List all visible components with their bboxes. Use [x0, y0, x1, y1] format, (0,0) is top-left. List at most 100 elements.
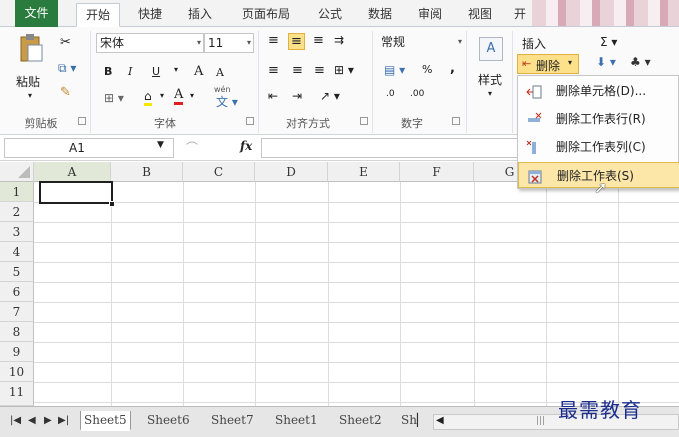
phonetic-icon[interactable]: 文 ▾ — [216, 93, 238, 110]
row-header[interactable]: 6 — [0, 282, 34, 302]
clipboard-launcher-icon[interactable] — [78, 117, 86, 125]
format-painter-icon[interactable]: ✎ — [60, 85, 71, 100]
paste-button[interactable]: 粘贴 — [16, 73, 40, 90]
active-cell-a1[interactable] — [39, 181, 113, 204]
tab-formulas[interactable]: 公式 — [310, 3, 350, 27]
sort-icon[interactable]: Σ ▾ — [600, 35, 617, 49]
font-name-combo[interactable]: 宋体 ▾ — [96, 33, 204, 53]
row-header[interactable]: 7 — [0, 302, 34, 322]
chevron-down-icon: ▼ — [157, 140, 164, 150]
tab-review[interactable]: 审阅 — [410, 3, 450, 27]
wrap-text-icon[interactable]: ⇉ — [334, 33, 344, 47]
border-icon[interactable]: ⊞ ▾ — [104, 91, 124, 105]
row-header[interactable]: 10 — [0, 362, 34, 382]
chevron-down-icon[interactable]: ▾ — [190, 91, 194, 100]
paste-dropdown-icon[interactable]: ▾ — [28, 91, 32, 100]
row-header[interactable]: 9 — [0, 342, 34, 362]
find-icon[interactable]: ♣ ▾ — [630, 55, 651, 69]
sheet-tab-sheet6[interactable]: Sheet6 — [144, 411, 193, 431]
percent-button[interactable]: % — [422, 63, 432, 76]
select-all-corner[interactable] — [0, 162, 34, 182]
increase-indent-icon[interactable]: ⇥ — [292, 89, 302, 103]
row-header[interactable]: 5 — [0, 262, 34, 282]
styles-icon[interactable]: A — [479, 37, 503, 61]
italic-button[interactable]: I — [128, 65, 132, 78]
font-color-button[interactable]: A — [174, 87, 184, 105]
tab-data[interactable]: 数据 — [360, 3, 400, 27]
fill-icon[interactable]: ⬇ ▾ — [596, 55, 616, 69]
column-header[interactable]: F — [400, 162, 474, 182]
align-left-icon[interactable]: ≡ — [268, 63, 279, 78]
chevron-down-icon[interactable]: ▾ — [174, 65, 178, 74]
row-header[interactable]: 4 — [0, 242, 34, 262]
row-header[interactable]: 2 — [0, 202, 34, 222]
align-top-icon[interactable]: ≡ — [268, 33, 279, 48]
currency-icon[interactable]: ▤ ▾ — [384, 63, 405, 77]
chevron-down-icon[interactable]: ▾ — [160, 91, 164, 100]
styles-button[interactable]: 样式 — [478, 71, 502, 88]
sheet-tab-sheet5[interactable]: Sheet5 — [80, 411, 131, 431]
number-launcher-icon[interactable] — [452, 117, 460, 125]
delete-button[interactable]: ⇤ 删除 ▾ — [517, 54, 579, 74]
sheet-tab-sheet2[interactable]: Sheet2 — [336, 411, 385, 431]
horizontal-scrollbar[interactable]: ◀ ||| — [433, 414, 679, 430]
last-sheet-icon[interactable]: ▶| — [58, 415, 69, 426]
bold-button[interactable]: B — [104, 65, 112, 78]
orientation-icon[interactable]: ↗ ▾ — [320, 89, 340, 103]
row-header[interactable]: 3 — [0, 222, 34, 242]
row-header[interactable]: 1 — [0, 182, 34, 202]
group-divider — [372, 31, 373, 133]
menu-item-delete-cells[interactable]: 删除单元格(D)... — [518, 78, 679, 104]
insert-button[interactable]: 插入 — [522, 35, 546, 52]
font-size-combo[interactable]: 11 ▾ — [204, 33, 254, 53]
shrink-font-button[interactable]: A — [216, 66, 224, 79]
scroll-thumb-icon[interactable]: ||| — [536, 416, 545, 426]
tab-shortcut[interactable]: 快捷 — [130, 3, 170, 27]
increase-decimal-button[interactable]: .0 — [386, 89, 395, 99]
row-header[interactable]: 11 — [0, 382, 34, 406]
column-header[interactable]: E — [328, 162, 400, 182]
first-sheet-icon[interactable]: |◀ — [10, 415, 21, 426]
insert-function-button[interactable]: fx — [240, 139, 252, 153]
comma-button[interactable]: , — [450, 61, 455, 76]
column-header[interactable]: A — [34, 162, 111, 182]
grow-font-button[interactable]: A — [194, 64, 203, 79]
paste-icon[interactable] — [18, 33, 44, 63]
align-center-icon[interactable]: ≡ — [292, 63, 303, 78]
tab-view[interactable]: 视图 — [460, 3, 500, 27]
alignment-launcher-icon[interactable] — [360, 117, 368, 125]
tab-page-layout[interactable]: 页面布局 — [230, 3, 302, 27]
delete-button-label: 删除 — [536, 59, 561, 73]
decrease-decimal-button[interactable]: .00 — [410, 89, 424, 99]
fill-handle[interactable] — [109, 201, 115, 207]
row-header[interactable]: 8 — [0, 322, 34, 342]
column-header[interactable]: B — [111, 162, 183, 182]
prev-sheet-icon[interactable]: ◀ — [28, 415, 36, 426]
sheet-tab-sheet7[interactable]: Sheet7 — [208, 411, 257, 431]
tab-split-handle[interactable]: ▏ — [417, 413, 426, 427]
merge-center-icon[interactable]: ⊞ ▾ — [334, 63, 354, 77]
copy-icon[interactable]: ⧉ ▾ — [58, 61, 76, 76]
cut-icon[interactable]: ✂ — [60, 35, 71, 50]
chevron-down-icon[interactable]: ▾ — [488, 89, 492, 98]
menu-item-delete-columns[interactable]: 删除工作表列(C) — [518, 134, 679, 160]
fill-color-icon[interactable]: ⌂ — [144, 89, 152, 106]
tab-file[interactable]: 文件 — [15, 0, 58, 27]
tab-home[interactable]: 开始 — [76, 3, 120, 27]
menu-item-delete-rows[interactable]: 删除工作表行(R) — [518, 106, 679, 132]
column-header[interactable]: D — [255, 162, 328, 182]
underline-button[interactable]: U — [152, 65, 160, 78]
sheet-tab-sheet1[interactable]: Sheet1 — [272, 411, 321, 431]
name-box[interactable]: A1 ▼ — [4, 138, 174, 158]
decrease-indent-icon[interactable]: ⇤ — [268, 89, 278, 103]
next-sheet-icon[interactable]: ▶ — [44, 415, 52, 426]
font-launcher-icon[interactable] — [246, 117, 254, 125]
tab-insert[interactable]: 插入 — [180, 3, 220, 27]
align-bottom-icon[interactable]: ≡ — [313, 33, 324, 48]
column-header[interactable]: C — [183, 162, 255, 182]
scroll-left-icon[interactable]: ◀ — [436, 415, 444, 426]
number-format-combo[interactable]: 常规 ▾ — [378, 33, 464, 53]
align-right-icon[interactable]: ≡ — [314, 63, 325, 78]
tab-developer[interactable]: 开 — [510, 3, 530, 27]
align-middle-icon[interactable]: ≡ — [288, 33, 305, 50]
